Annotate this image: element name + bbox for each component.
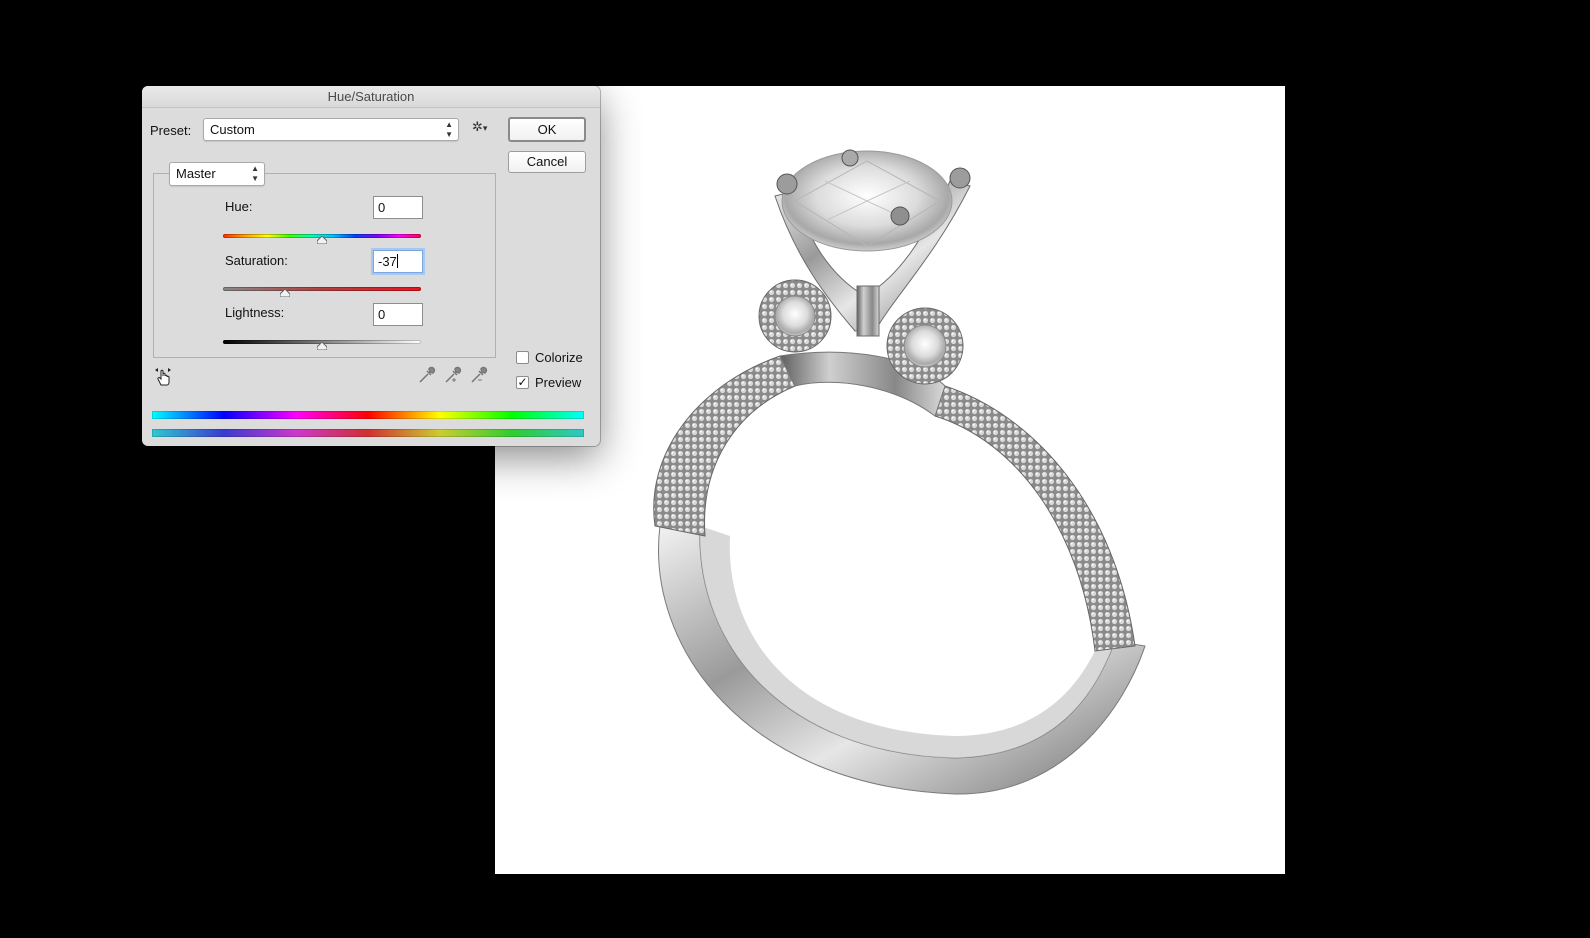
channel-value: Master (176, 166, 216, 181)
preset-label: Preset: (150, 123, 192, 138)
input-color-bar (152, 411, 584, 419)
ok-label: OK (537, 122, 557, 137)
ok-button[interactable]: OK (508, 117, 586, 142)
colorize-checkbox[interactable] (516, 351, 529, 364)
gear-icon[interactable]: ✲▾ (472, 119, 487, 135)
hue-saturation-dialog: Hue/Saturation Preset: Custom ▲ ▼ ✲▾ OK C… (142, 86, 600, 446)
ring-shoulder-right (934, 385, 1136, 652)
preview-label: Preview (535, 375, 582, 390)
lightness-value: 0 (378, 307, 386, 322)
lightness-label: Lightness: (225, 305, 285, 320)
chevron-updown-icon: ▲ ▼ (445, 120, 453, 139)
dialog-title: Hue/Saturation (327, 89, 415, 104)
eyedropper-plus-icon[interactable] (444, 366, 462, 384)
preset-value: Custom (210, 122, 255, 137)
adjustment-group (153, 173, 496, 358)
hue-input[interactable]: 0 (373, 196, 423, 219)
channel-dropdown[interactable]: Master ▲ ▼ (169, 162, 265, 186)
ring-image (653, 149, 1146, 795)
saturation-input[interactable]: -37 (373, 250, 423, 273)
lightness-input[interactable]: 0 (373, 303, 423, 326)
cancel-label: Cancel (526, 154, 568, 169)
colorize-label: Colorize (535, 350, 583, 365)
hue-label: Hue: (225, 199, 253, 214)
output-color-bar (152, 429, 584, 437)
ring-band (658, 525, 1146, 795)
saturation-label: Saturation: (225, 253, 288, 268)
eyedropper-minus-icon[interactable] (470, 366, 488, 384)
hue-slider-thumb[interactable] (317, 236, 327, 244)
saturation-value: -37 (378, 254, 397, 269)
saturation-slider[interactable] (223, 287, 421, 291)
dialog-title-bar[interactable]: Hue/Saturation (142, 86, 600, 108)
eyedropper-icon[interactable] (418, 366, 436, 384)
chevron-updown-icon: ▲ ▼ (251, 164, 259, 183)
cancel-button[interactable]: Cancel (508, 151, 586, 173)
hue-value: 0 (378, 200, 386, 215)
lightness-slider-thumb[interactable] (317, 342, 327, 350)
preview-checkbox[interactable]: ✓ (516, 376, 529, 389)
text-caret (396, 254, 398, 268)
targeted-adjustment-hand-icon[interactable] (154, 366, 176, 388)
ring-shoulder-left (653, 355, 796, 537)
document-canvas[interactable] (495, 86, 1285, 874)
preset-dropdown[interactable]: Custom ▲ ▼ (203, 118, 459, 141)
saturation-slider-thumb[interactable] (280, 289, 291, 297)
